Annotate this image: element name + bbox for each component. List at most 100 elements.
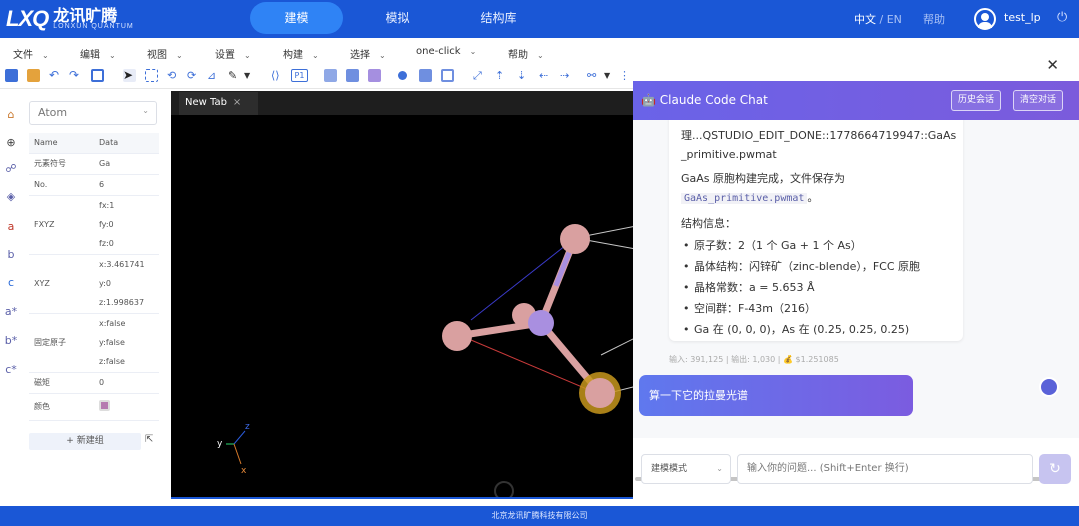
home-icon[interactable]: ⌂ <box>3 108 19 121</box>
send-button[interactable]: ↻ <box>1039 454 1071 484</box>
cell-icon[interactable] <box>324 69 337 82</box>
list-item: Ga 在 (0, 0, 0)，As 在 (0.25, 0.25, 0.25) <box>681 319 951 340</box>
user-avatar-icon[interactable] <box>974 8 996 30</box>
axis-a-button[interactable]: a <box>3 220 19 233</box>
menu-build[interactable]: 构建 ⌄ <box>283 46 319 61</box>
app-window: LXQ 龙讯旷腾 LONXUN QUANTUM 建模 模拟 结构库 中文 / EN… <box>0 0 1079 526</box>
move-icon[interactable]: ⤢ <box>473 69 486 82</box>
crosshair-icon[interactable]: ⊕ <box>3 136 19 149</box>
value-line: y:false <box>99 338 125 347</box>
box-select-icon[interactable] <box>145 69 158 82</box>
property-name: 颜色 <box>29 393 94 421</box>
property-value[interactable]: Ga <box>94 153 159 175</box>
structure-canvas: z y x <box>171 224 633 499</box>
bracket-icon[interactable]: ⟨⟩ <box>271 69 284 82</box>
undo-icon[interactable]: ↶ <box>49 69 62 82</box>
lattice-line <box>600 338 633 356</box>
menu-edit[interactable]: 编辑 ⌄ <box>80 46 116 61</box>
menu-one-click[interactable]: one-click ⌄ <box>416 46 476 57</box>
atom-as <box>528 310 554 336</box>
property-value[interactable]: x:3.461741 y:0 z:1.998637 <box>94 254 159 314</box>
username[interactable]: test_lp <box>1004 11 1041 24</box>
rotate-alt-icon[interactable]: ⟳ <box>187 69 200 82</box>
pencil-icon[interactable]: ✎ <box>228 69 241 82</box>
expand-icon[interactable]: ⇱ <box>145 434 153 445</box>
nav-structure-library-tab[interactable]: 结构库 <box>452 2 545 34</box>
select-cursor-icon[interactable]: ➤ <box>123 69 136 82</box>
property-name: 固定原子 <box>29 313 94 373</box>
new-group-button[interactable]: + 新建组 <box>29 433 141 450</box>
logo-text: 龙讯旷腾 LONXUN QUANTUM <box>53 6 134 31</box>
screen-icon[interactable] <box>91 69 104 82</box>
help-link[interactable]: 帮助 <box>923 11 945 27</box>
top-header: LXQ 龙讯旷腾 LONXUN QUANTUM 建模 模拟 结构库 中文 / EN… <box>0 0 1079 38</box>
atom-ga <box>560 224 590 254</box>
history-button[interactable]: 历史会话 <box>951 90 1002 111</box>
properties-panel: Atom ⌄ Name Data 元素符号 Ga No. 6 FXYZ fx:1 fy:0 fz… <box>25 96 161 506</box>
mode-select[interactable]: 建模模式 ⌄ <box>641 454 731 484</box>
redo-icon[interactable]: ↷ <box>69 69 82 82</box>
list-item: 晶格常数：a = 5.653 Å <box>681 277 951 298</box>
supercell-icon[interactable] <box>346 69 359 82</box>
value-line: fx:1 <box>99 201 115 210</box>
nav-simulate-tab[interactable]: 模拟 <box>351 2 444 34</box>
right-icon[interactable]: ⇢ <box>560 69 573 82</box>
close-tab-icon[interactable]: × <box>233 97 241 108</box>
3d-structure-viewport[interactable]: z y x <box>171 115 633 499</box>
viewport-tab-bar: New Tab × <box>171 91 633 115</box>
property-value[interactable]: 0 <box>94 372 159 394</box>
rotate-icon[interactable]: ⟲ <box>167 69 180 82</box>
pencil-dropdown-icon[interactable]: ▼ <box>244 69 257 82</box>
new-file-icon[interactable] <box>5 69 18 82</box>
property-name: 磁矩 <box>29 372 94 394</box>
clear-chat-button[interactable]: 清空对话 <box>1013 90 1064 111</box>
color-swatch[interactable] <box>99 400 110 411</box>
crystal-icon[interactable]: ◈ <box>3 190 19 203</box>
menu-file[interactable]: 文件 ⌄ <box>13 46 49 61</box>
list-item: 晶体结构：闪锌矿（zinc-blende），FCC 原胞 <box>681 256 951 277</box>
menu-view[interactable]: 视图 ⌄ <box>147 46 183 61</box>
more-icon[interactable]: ⋮ <box>619 69 632 82</box>
property-value[interactable] <box>94 393 159 421</box>
p1-button[interactable]: P1 <box>291 69 308 82</box>
chat-header: 🤖 Claude Code Chat 历史会话 清空对话 <box>633 81 1079 120</box>
menu-settings[interactable]: 设置 ⌄ <box>215 46 251 61</box>
measure-icon[interactable]: ⊿ <box>207 69 220 82</box>
message-text: GaAs_primitive.pwmat。 <box>681 188 951 208</box>
axis-z-line <box>233 430 246 445</box>
nav-build-tab[interactable]: 建模 <box>250 2 343 34</box>
axis-c-star-button[interactable]: c* <box>3 363 19 376</box>
menu-select[interactable]: 选择 ⌄ <box>350 46 386 61</box>
menu-help[interactable]: 帮助 ⌄ <box>508 46 544 61</box>
axis-b-button[interactable]: b <box>3 248 19 261</box>
chat-title: 🤖 Claude Code Chat <box>641 93 768 107</box>
lattice-icon[interactable] <box>368 69 381 82</box>
open-folder-icon[interactable] <box>27 69 40 82</box>
bond-dropdown-icon[interactable]: ▼ <box>604 69 617 82</box>
molecule-icon[interactable]: ☍ <box>3 162 19 175</box>
table-row: 颜色 <box>29 393 159 421</box>
bond-icon[interactable]: ⚯ <box>587 69 600 82</box>
axis-b-star-button[interactable]: b* <box>3 334 19 347</box>
atom-icon[interactable] <box>398 71 407 80</box>
up-icon[interactable]: ⇡ <box>495 69 508 82</box>
atom-ga-selected <box>585 378 615 408</box>
logo-mark: LXQ <box>6 6 49 31</box>
axis-c-button[interactable]: c <box>3 276 19 289</box>
property-value[interactable]: x:false y:false z:false <box>94 313 159 373</box>
tab-new-tab[interactable]: New Tab × <box>179 92 258 115</box>
atom-selector[interactable]: Atom ⌄ <box>29 101 157 125</box>
value-line: y:0 <box>99 279 111 288</box>
down-icon[interactable]: ⇣ <box>517 69 530 82</box>
logout-power-icon[interactable]: ⏻ <box>1057 10 1067 25</box>
property-value[interactable]: 6 <box>94 174 159 196</box>
chat-input[interactable]: 输入你的问题... (Shift+Enter 换行) <box>737 454 1033 484</box>
language-switch[interactable]: 中文 / EN <box>854 11 902 27</box>
assistant-message: 理...QSTUDIO_EDIT_DONE::1778664719947::Ga… <box>669 120 963 341</box>
axis-a-star-button[interactable]: a* <box>3 305 19 318</box>
left-icon[interactable]: ⇠ <box>539 69 552 82</box>
property-value[interactable]: fx:1 fy:0 fz:0 <box>94 195 159 255</box>
chart-icon[interactable] <box>419 69 432 82</box>
grid-icon[interactable] <box>441 69 454 82</box>
close-icon[interactable]: ✕ <box>1046 56 1059 74</box>
